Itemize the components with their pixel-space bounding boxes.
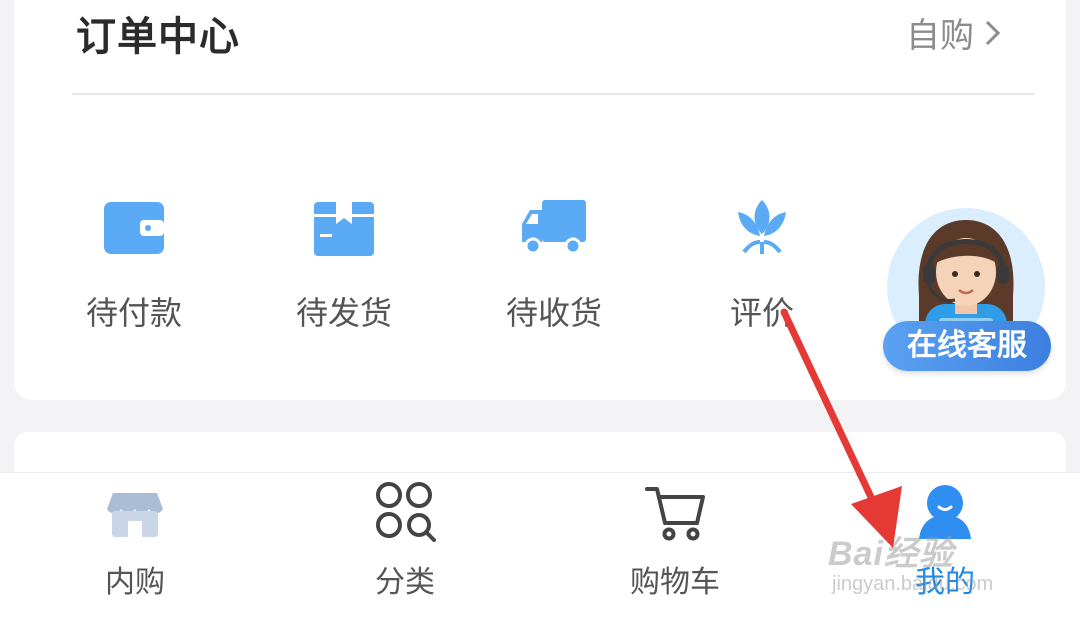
category-icon <box>376 482 436 542</box>
tab-cart[interactable]: 购物车 <box>595 479 755 601</box>
order-review[interactable]: 评价 <box>692 190 832 334</box>
wallet-icon <box>104 202 164 254</box>
self-purchase-label: 自购 <box>906 16 974 56</box>
truck-icon <box>522 200 586 255</box>
order-item-label: 待发货 <box>295 294 392 332</box>
order-center-title: 订单中心 <box>76 14 240 60</box>
order-item-label: 待付款 <box>85 294 182 332</box>
self-purchase-link[interactable]: 自购 <box>906 8 1004 57</box>
tab-category[interactable]: 分类 <box>325 479 485 601</box>
watermark-main: Bai经验 <box>828 535 954 573</box>
package-icon <box>314 202 374 256</box>
store-icon <box>107 493 163 537</box>
order-pending-payment[interactable]: 待付款 <box>64 190 204 334</box>
tab-internal-purchase[interactable]: 内购 <box>55 479 215 601</box>
watermark-url: jingyan.baidu.com <box>832 573 994 595</box>
customer-service-button[interactable]: 在线客服 <box>883 321 1051 371</box>
baidu-watermark: Bai经验 jingyan.baidu.com <box>828 526 993 596</box>
cart-icon <box>645 487 705 541</box>
tab-label: 内购 <box>105 565 165 600</box>
order-pending-shipment[interactable]: 待发货 <box>274 190 414 334</box>
lotus-icon <box>738 200 786 254</box>
order-item-label: 待收货 <box>505 294 602 332</box>
divider <box>72 93 1034 95</box>
tab-label: 购物车 <box>630 565 720 600</box>
order-pending-receipt[interactable]: 待收货 <box>484 190 624 334</box>
order-item-label: 评价 <box>729 294 794 332</box>
tab-label: 分类 <box>375 565 435 600</box>
chevron-right-icon <box>985 20 1001 45</box>
